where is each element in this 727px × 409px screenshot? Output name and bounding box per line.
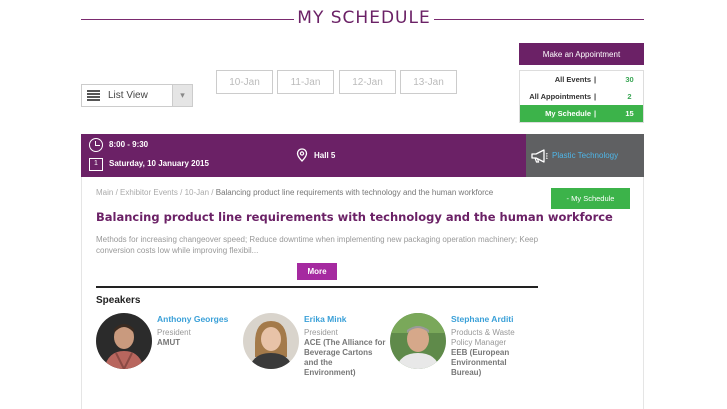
chevron-down-icon[interactable]: ▾ <box>172 85 192 106</box>
filter-label: All Events <box>554 75 591 84</box>
filter-separator: | <box>594 92 597 101</box>
speaker-info: Erika Mink President ACE (The Alliance f… <box>304 314 386 378</box>
filter-all-appointments[interactable]: All Appointments | 2 <box>520 88 643 105</box>
view-select[interactable]: List View ▾ <box>81 84 193 107</box>
avatar[interactable] <box>96 313 152 369</box>
megaphone-icon <box>531 148 548 163</box>
filter-label: My Schedule <box>545 109 591 118</box>
speaker-role: President <box>304 328 338 337</box>
make-appointment-button[interactable]: Make an Appointment <box>519 43 644 65</box>
event-hall: Hall 5 <box>314 151 336 160</box>
speaker-info: Stephane Arditi Products & Waste Policy … <box>451 314 533 378</box>
speaker-role: Products & Waste Policy Manager <box>451 328 515 347</box>
filter-my-schedule[interactable]: My Schedule | 15 <box>520 105 643 122</box>
event-date: Saturday, 10 January 2015 <box>109 159 209 168</box>
category-box[interactable]: Plastic Technology <box>526 134 644 177</box>
more-button[interactable]: More <box>297 263 337 280</box>
breadcrumb-separator: / <box>211 188 214 197</box>
filter-separator: | <box>594 75 597 84</box>
speaker-org: EEB (European Environmental Bureau) <box>451 348 510 377</box>
speaker-name[interactable]: Erika Mink <box>304 314 386 324</box>
breadcrumb-item-main[interactable]: Main <box>96 188 113 197</box>
speaker-info: Anthony Georges President AMUT <box>157 314 239 348</box>
remove-from-schedule-button[interactable]: - My Schedule <box>551 188 630 209</box>
clock-icon <box>89 138 103 152</box>
speaker-org: AMUT <box>157 338 181 347</box>
event-filters: All Events | 30 All Appointments | 2 My … <box>519 70 644 123</box>
date-tab-10-jan[interactable]: 10-Jan <box>216 70 273 94</box>
list-icon <box>87 90 100 101</box>
event-time: 8:00 - 9:30 <box>109 140 149 149</box>
map-pin-icon <box>296 148 308 162</box>
title-rule-right <box>434 19 644 20</box>
session-details: Main / Exhibitor Events / 10-Jan / Balan… <box>81 177 644 409</box>
page: MY SCHEDULE Make an Appointment All Even… <box>0 0 727 409</box>
speakers-heading: Speakers <box>96 295 141 306</box>
speaker-name[interactable]: Stephane Arditi <box>451 314 533 324</box>
date-tab-12-jan[interactable]: 12-Jan <box>339 70 396 94</box>
filter-separator: | <box>594 109 597 118</box>
breadcrumb-item-date[interactable]: 10-Jan <box>185 188 209 197</box>
session-description: Methods for increasing changeover speed;… <box>96 235 539 255</box>
breadcrumb-separator: / <box>115 188 118 197</box>
date-tab-11-jan[interactable]: 11-Jan <box>277 70 334 94</box>
page-title: MY SCHEDULE <box>297 8 431 28</box>
calendar-icon: 1 <box>89 158 103 171</box>
breadcrumb-current: Balancing product line requirements with… <box>215 188 494 197</box>
speaker-org: ACE (The Alliance for Beverage Cartons a… <box>304 338 386 377</box>
filter-count: 30 <box>625 75 634 84</box>
filter-label: All Appointments <box>529 92 591 101</box>
speaker-role: President <box>157 328 191 337</box>
session-title: Balancing product line requirements with… <box>96 210 613 224</box>
avatar[interactable] <box>390 313 446 369</box>
category-label: Plastic Technology <box>552 151 619 160</box>
view-select-value: List View <box>108 90 148 101</box>
avatar[interactable] <box>243 313 299 369</box>
filter-all-events[interactable]: All Events | 30 <box>520 71 643 88</box>
speaker-name[interactable]: Anthony Georges <box>157 314 239 324</box>
date-tab-13-jan[interactable]: 13-Jan <box>400 70 457 94</box>
title-rule-left <box>81 19 294 20</box>
breadcrumb-separator: / <box>180 188 183 197</box>
breadcrumb: Main / Exhibitor Events / 10-Jan / Balan… <box>96 188 493 197</box>
breadcrumb-item-exhibitor-events[interactable]: Exhibitor Events <box>120 188 178 197</box>
filter-count: 2 <box>627 92 632 101</box>
divider <box>96 286 538 288</box>
filter-count: 15 <box>625 109 634 118</box>
